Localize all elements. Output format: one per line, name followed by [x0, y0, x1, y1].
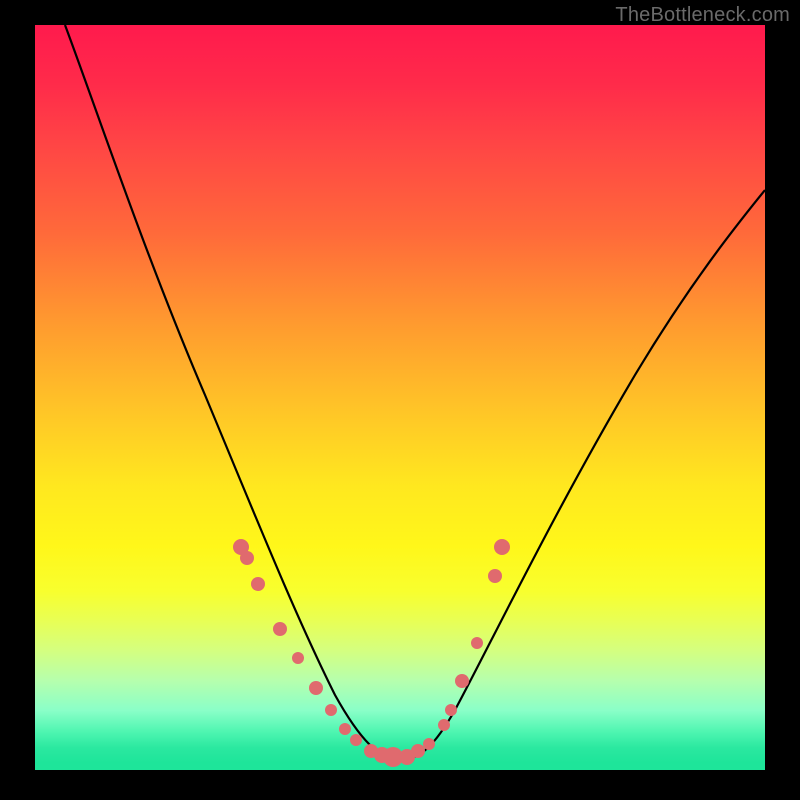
marker-dot	[423, 738, 435, 750]
marker-dot	[240, 551, 254, 565]
marker-group	[233, 539, 510, 767]
marker-dot	[292, 652, 304, 664]
plot-area	[35, 25, 765, 770]
marker-dot	[339, 723, 351, 735]
watermark-label: TheBottleneck.com	[615, 4, 790, 27]
curve-svg	[35, 25, 765, 770]
marker-dot	[411, 744, 425, 758]
marker-dot	[471, 637, 483, 649]
marker-dot	[309, 681, 323, 695]
marker-dot	[455, 674, 469, 688]
marker-dot	[494, 539, 510, 555]
marker-dot	[273, 622, 287, 636]
marker-dot	[350, 734, 362, 746]
marker-dot	[251, 577, 265, 591]
marker-dot	[488, 569, 502, 583]
marker-dot	[325, 704, 337, 716]
bottleneck-curve	[65, 25, 765, 760]
chart-stage: TheBottleneck.com	[0, 0, 800, 800]
marker-dot	[445, 704, 457, 716]
marker-dot	[438, 719, 450, 731]
